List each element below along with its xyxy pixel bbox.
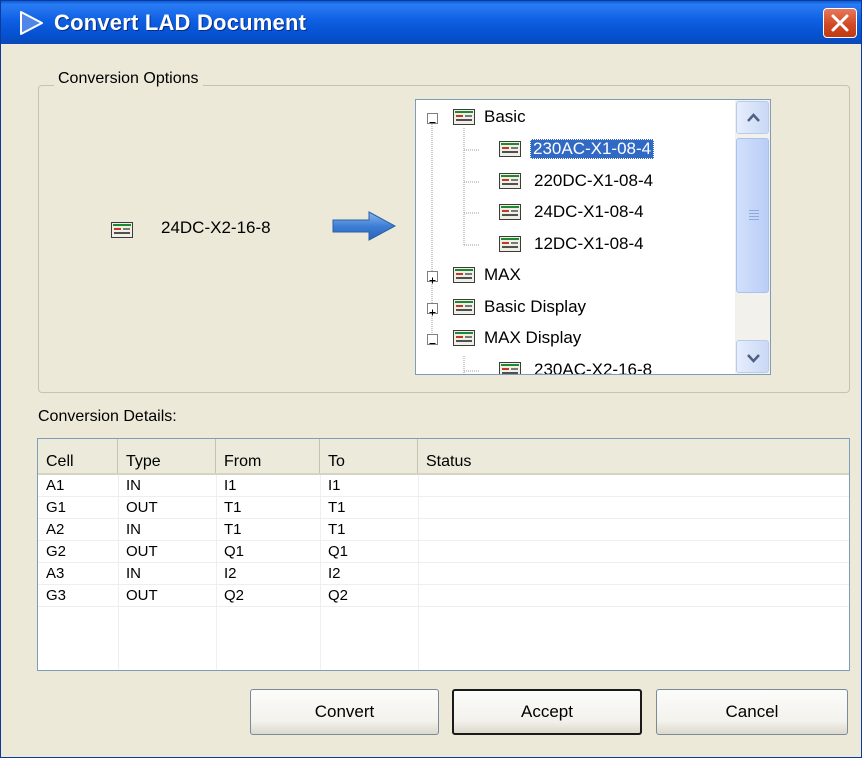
table-cell-cell: G2	[46, 543, 67, 560]
table-cell-type: OUT	[126, 587, 158, 604]
close-button[interactable]	[823, 8, 857, 38]
scroll-down-button[interactable]	[736, 340, 769, 373]
module-icon	[111, 222, 133, 238]
table-row[interactable]: G1 OUT T1 T1	[38, 497, 849, 519]
tree-leaf[interactable]: 230AC-X1-08-4	[416, 139, 734, 161]
tree-node[interactable]: Basic	[416, 107, 734, 129]
close-icon	[831, 14, 849, 32]
scroll-up-button[interactable]	[736, 101, 769, 134]
conversion-details-label: Conversion Details:	[38, 408, 177, 425]
table-cell-type: IN	[126, 521, 141, 538]
table-cell-cell: G3	[46, 587, 67, 604]
module-icon	[499, 236, 521, 257]
table-cell-to: Q2	[328, 587, 349, 604]
target-module-tree[interactable]: Basic 230AC-X1-08-4 220DC-X1-08-4 24DC-X1-0…	[415, 99, 771, 375]
accept-button[interactable]: Accept	[452, 689, 642, 735]
table-cell-cell: A1	[46, 477, 65, 494]
table-cell-cell: A2	[46, 521, 65, 538]
tree-node-label: Basic Display	[484, 297, 587, 316]
conversion-options-label: Conversion Options	[54, 70, 203, 88]
module-icon	[499, 141, 521, 162]
table-cell-to: Q1	[328, 543, 349, 560]
tree-node[interactable]: MAX Display	[416, 328, 734, 350]
chevron-up-icon	[747, 113, 760, 122]
tree-vertical-scrollbar[interactable]	[735, 100, 770, 374]
table-cell-to: T1	[328, 499, 346, 516]
convert-button[interactable]: Convert	[250, 689, 439, 735]
cancel-button[interactable]: Cancel	[656, 689, 848, 735]
collapse-toggle-icon[interactable]	[427, 113, 438, 124]
tree-leaf[interactable]: 24DC-X1-08-4	[416, 202, 734, 224]
table-cell-from: I2	[224, 565, 237, 582]
tree-leaf-label: 24DC-X1-08-4	[534, 202, 644, 221]
table-row[interactable]: A1 IN I1 I1	[38, 475, 849, 497]
tree-node-label: MAX Display	[484, 328, 582, 347]
column-header-to[interactable]: To	[320, 439, 418, 473]
table-cell-type: OUT	[126, 499, 158, 516]
module-icon	[453, 267, 475, 288]
tree-node[interactable]: Basic Display	[416, 297, 734, 319]
scroll-thumb[interactable]	[736, 138, 769, 293]
module-icon	[453, 330, 475, 351]
tree-node[interactable]: MAX	[416, 265, 734, 287]
table-cell-type: IN	[126, 477, 141, 494]
collapse-toggle-icon[interactable]	[427, 334, 438, 345]
table-cell-to: I1	[328, 477, 341, 494]
column-header-cell[interactable]: Cell	[38, 439, 118, 473]
table-header: Cell Type From To Status	[38, 439, 849, 475]
table-cell-to: T1	[328, 521, 346, 538]
column-header-status[interactable]: Status	[418, 439, 849, 473]
conversion-details-table: Cell Type From To Status A1 IN I1 I1 G1 OUT T1…	[37, 438, 850, 671]
table-row[interactable]: G3 OUT Q2 Q2	[38, 585, 849, 607]
module-icon	[499, 204, 521, 225]
tree-leaf[interactable]: 12DC-X1-08-4	[416, 234, 734, 256]
column-header-type[interactable]: Type	[118, 439, 216, 473]
table-cell-type: OUT	[126, 543, 158, 560]
table-cell-cell: A3	[46, 565, 65, 582]
table-cell-from: T1	[224, 499, 242, 516]
convert-arrow-icon	[332, 211, 397, 241]
table-cell-cell: G1	[46, 499, 67, 516]
expand-toggle-icon[interactable]	[427, 271, 438, 284]
table-row[interactable]: A3 IN I2 I2	[38, 563, 849, 585]
table-cell-from: Q1	[224, 543, 245, 560]
module-icon	[499, 173, 521, 194]
table-cell-from: Q2	[224, 587, 245, 604]
window-title: Convert LAD Document	[54, 10, 307, 35]
convert-lad-dialog: Convert LAD Document Conversion Options …	[0, 0, 862, 758]
tree-leaf-label: 220DC-X1-08-4	[534, 171, 654, 190]
module-icon	[453, 109, 475, 130]
table-cell-from: I1	[224, 477, 237, 494]
tree-leaf-label: 230AC-X2-16-8	[534, 360, 653, 375]
source-module-label: 24DC-X2-16-8	[161, 218, 271, 237]
tree-leaf[interactable]: 230AC-X2-16-8	[416, 360, 734, 375]
table-row[interactable]: G2 OUT Q1 Q1	[38, 541, 849, 563]
tree-leaf[interactable]: 220DC-X1-08-4	[416, 171, 734, 193]
chevron-down-icon	[747, 354, 760, 363]
app-arrow-icon	[20, 11, 43, 35]
table-cell-from: T1	[224, 521, 242, 538]
tree-leaf-label-selected: 230AC-X1-08-4	[530, 139, 655, 159]
table-row[interactable]: A2 IN T1 T1	[38, 519, 849, 541]
title-bar[interactable]: Convert LAD Document	[1, 1, 861, 44]
module-icon	[453, 299, 475, 320]
table-cell-to: I2	[328, 565, 341, 582]
tree-node-label: Basic	[484, 107, 526, 126]
tree-leaf-label: 12DC-X1-08-4	[534, 234, 644, 253]
tree-node-label: MAX	[484, 265, 521, 284]
module-icon	[499, 362, 521, 374]
expand-toggle-icon[interactable]	[427, 303, 438, 316]
table-cell-type: IN	[126, 565, 141, 582]
column-header-from[interactable]: From	[216, 439, 320, 473]
